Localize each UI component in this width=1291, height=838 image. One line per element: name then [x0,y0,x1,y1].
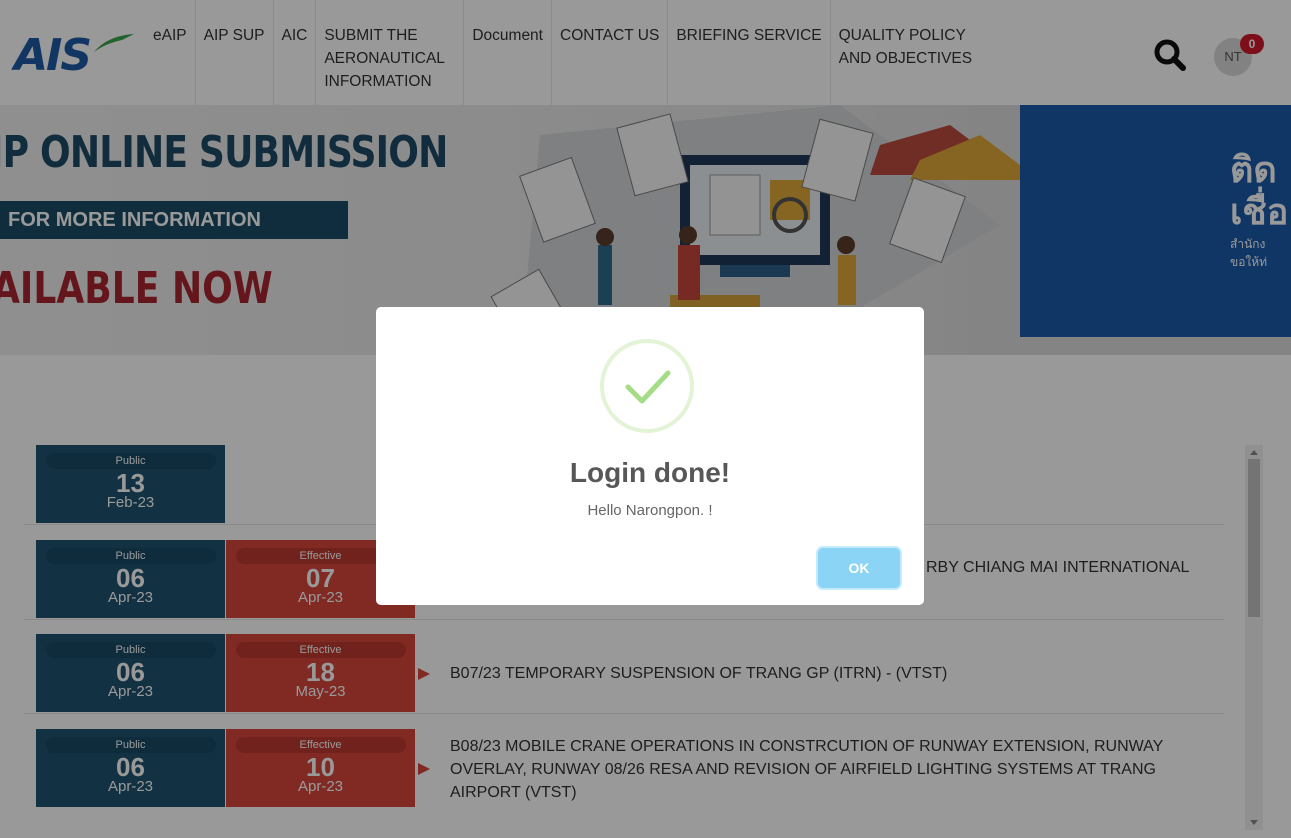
dialog-title: Login done! [569,457,731,488]
success-check-icon [600,339,694,433]
page: AIS eAIP AIP SUP AIC SUBMIT THE AERONAUT… [0,0,1291,838]
login-success-dialog: Login done! Hello Narongpon. ! OK [376,307,924,605]
ok-button[interactable]: OK [818,548,900,588]
dialog-message: Hello Narongpon. ! [587,502,713,519]
